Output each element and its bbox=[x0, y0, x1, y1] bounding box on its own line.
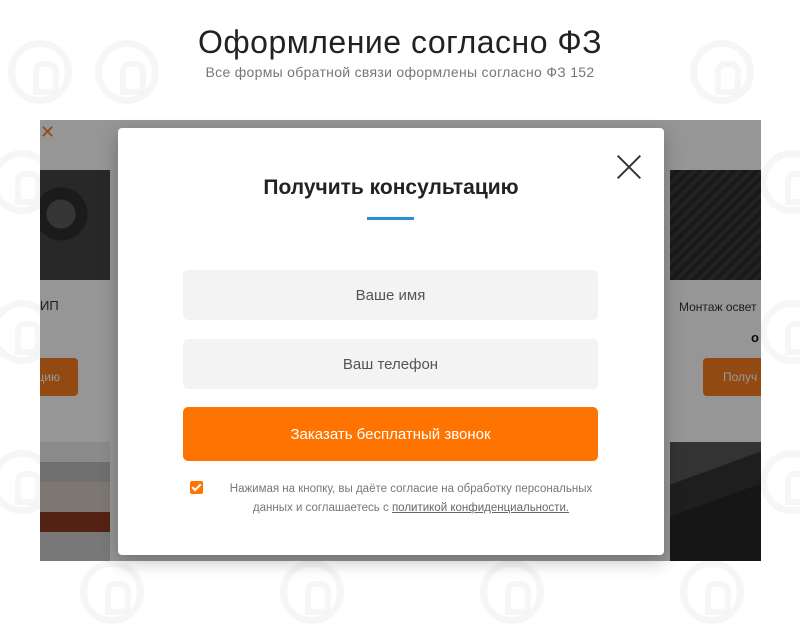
title-underline bbox=[367, 217, 414, 220]
modal-title: Получить консультацию bbox=[263, 176, 519, 199]
page-title: Оформление согласно ФЗ bbox=[197, 24, 603, 60]
page-subtitle: Все формы обратной связи оформлены согла… bbox=[205, 64, 595, 80]
consultation-modal: Получить консультацию Заказать бесплатны… bbox=[118, 128, 664, 555]
consent-text-wrapper: Нажимая на кнопку, вы даёте согласие на … bbox=[212, 480, 610, 518]
page-header: Оформление согласно ФЗ Все формы обратно… bbox=[0, 22, 800, 80]
privacy-policy-link[interactable]: политикой конфиденциальности. bbox=[392, 502, 569, 514]
order-call-button[interactable]: Заказать бесплатный звонок bbox=[183, 407, 598, 461]
phone-input[interactable] bbox=[183, 339, 598, 389]
consent-checkbox[interactable] bbox=[190, 481, 203, 494]
consent-block: Нажимая на кнопку, вы даёте согласие на … bbox=[190, 480, 610, 518]
name-input[interactable] bbox=[183, 270, 598, 320]
